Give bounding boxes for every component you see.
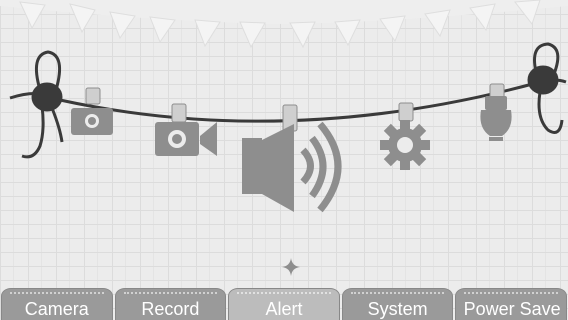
record-icon[interactable] <box>155 103 217 156</box>
tab-system[interactable]: System <box>341 288 454 320</box>
tab-system-label: System <box>367 299 428 319</box>
tab-power-save[interactable]: Power Save <box>455 288 567 320</box>
menu-screen: Camera Record Alert System Power Save <box>0 0 568 320</box>
tab-camera-label: Camera <box>24 299 89 319</box>
tab-power-save-label: Power Save <box>463 299 561 319</box>
selection-star-icon <box>282 258 300 276</box>
tab-camera[interactable]: Camera <box>1 288 113 320</box>
tab-alert[interactable]: Alert <box>228 288 340 320</box>
left-knot <box>21 50 64 159</box>
tab-record-label: Record <box>141 299 200 319</box>
camera-icon[interactable] <box>71 87 113 135</box>
right-knot <box>527 42 564 134</box>
tab-record[interactable]: Record <box>114 288 227 320</box>
tab-bar: Camera Record Alert System Power Save <box>0 288 568 320</box>
tab-alert-label: Alert <box>265 299 303 319</box>
power-save-bulb-icon[interactable] <box>480 83 512 141</box>
bunting-banner <box>0 0 568 49</box>
